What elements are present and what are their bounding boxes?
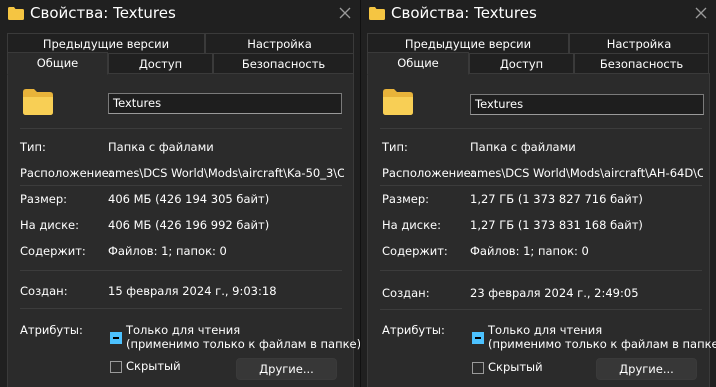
- tab-security[interactable]: Безопасность: [574, 53, 709, 74]
- hidden-checkbox[interactable]: [472, 362, 484, 374]
- general-panel: Textures Тип: Папка с файлами Расположен…: [7, 73, 360, 387]
- size-label: Размер:: [20, 192, 68, 206]
- created-label: Создан:: [20, 284, 68, 298]
- window-title: Свойства: Textures: [30, 4, 176, 22]
- separator: [380, 309, 702, 310]
- created-label: Создан:: [382, 286, 430, 300]
- title-bar[interactable]: Свойства: Textures: [361, 0, 716, 28]
- size-value: 1,27 ГБ (1 373 827 716 байт): [470, 192, 643, 206]
- size-value: 406 МБ (426 194 305 байт): [108, 192, 270, 206]
- separator: [20, 185, 342, 186]
- created-value: 15 февраля 2024 г., 9:03:18: [108, 284, 277, 298]
- close-icon[interactable]: [693, 5, 709, 21]
- tab-sharing[interactable]: Доступ: [469, 53, 574, 74]
- close-icon[interactable]: [337, 5, 353, 21]
- window-title: Свойства: Textures: [391, 4, 537, 22]
- separator: [20, 128, 342, 129]
- contains-value: Файлов: 1; папок: 0: [470, 244, 589, 258]
- tab-sharing[interactable]: Доступ: [108, 53, 213, 74]
- folder-name-field[interactable]: Textures: [108, 93, 342, 114]
- tab-customize[interactable]: Настройка: [569, 33, 709, 54]
- separator: [380, 128, 702, 129]
- contains-label: Содержит:: [20, 244, 86, 258]
- tab-customize[interactable]: Настройка: [205, 33, 354, 54]
- location-value: ames\DCS World\Mods\aircraft\Ka-50_3\Coc…: [108, 166, 344, 180]
- separator: [20, 270, 342, 271]
- contains-label: Содержит:: [382, 244, 448, 258]
- type-label: Тип:: [382, 140, 408, 154]
- folder-name-field[interactable]: Textures: [470, 94, 704, 115]
- readonly-label: Только для чтения: [126, 323, 241, 337]
- tab-general[interactable]: Общие: [7, 52, 108, 75]
- hidden-label: Скрытый: [488, 360, 543, 374]
- readonly-checkbox[interactable]: [472, 332, 484, 344]
- size-label: Размер:: [382, 192, 430, 206]
- disk-size-label: На диске:: [382, 218, 441, 232]
- readonly-checkbox[interactable]: [110, 332, 122, 344]
- properties-dialog-ka50: Свойства: Textures Предыдущие версии Нас…: [0, 0, 360, 387]
- attributes-label: Атрибуты:: [20, 323, 83, 337]
- location-label: Расположение:: [20, 166, 113, 180]
- type-value: Папка с файлами: [470, 140, 576, 154]
- tab-previous-versions[interactable]: Предыдущие версии: [7, 33, 205, 54]
- title-bar[interactable]: Свойства: Textures: [0, 0, 360, 28]
- readonly-label: Только для чтения: [488, 323, 603, 337]
- separator: [380, 270, 702, 271]
- separator: [20, 308, 342, 309]
- created-value: 23 февраля 2024 г., 2:49:05: [470, 286, 639, 300]
- tab-general[interactable]: Общие: [367, 52, 469, 75]
- hidden-checkbox[interactable]: [110, 361, 122, 373]
- advanced-button[interactable]: Другие...: [596, 358, 697, 380]
- properties-dialog-ah64d: Свойства: Textures Предыдущие версии Нас…: [361, 0, 716, 387]
- type-value: Папка с файлами: [108, 140, 214, 154]
- readonly-note: (применимо только к файлам в папке): [488, 337, 716, 351]
- folder-icon: [369, 7, 385, 20]
- hidden-label: Скрытый: [126, 359, 181, 373]
- disk-size-label: На диске:: [20, 218, 79, 232]
- general-panel: Textures Тип: Папка с файлами Расположен…: [367, 73, 716, 387]
- location-label: Расположение:: [382, 166, 475, 180]
- disk-size-value: 406 МБ (426 196 992 байт): [108, 218, 270, 232]
- disk-size-value: 1,27 ГБ (1 373 831 168 байт): [470, 218, 643, 232]
- contains-value: Файлов: 1; папок: 0: [108, 244, 227, 258]
- advanced-button[interactable]: Другие...: [236, 358, 337, 380]
- readonly-note: (применимо только к файлам в папке): [126, 337, 360, 351]
- attributes-label: Атрибуты:: [382, 323, 445, 337]
- folder-icon: [8, 7, 24, 20]
- folder-large-icon: [23, 89, 53, 115]
- separator: [380, 185, 702, 186]
- tab-previous-versions[interactable]: Предыдущие версии: [367, 33, 569, 54]
- type-label: Тип:: [20, 140, 46, 154]
- tab-security[interactable]: Безопасность: [213, 53, 354, 74]
- location-value: ames\DCS World\Mods\aircraft\AH-64D\Cock…: [470, 166, 703, 180]
- folder-large-icon: [383, 89, 413, 115]
